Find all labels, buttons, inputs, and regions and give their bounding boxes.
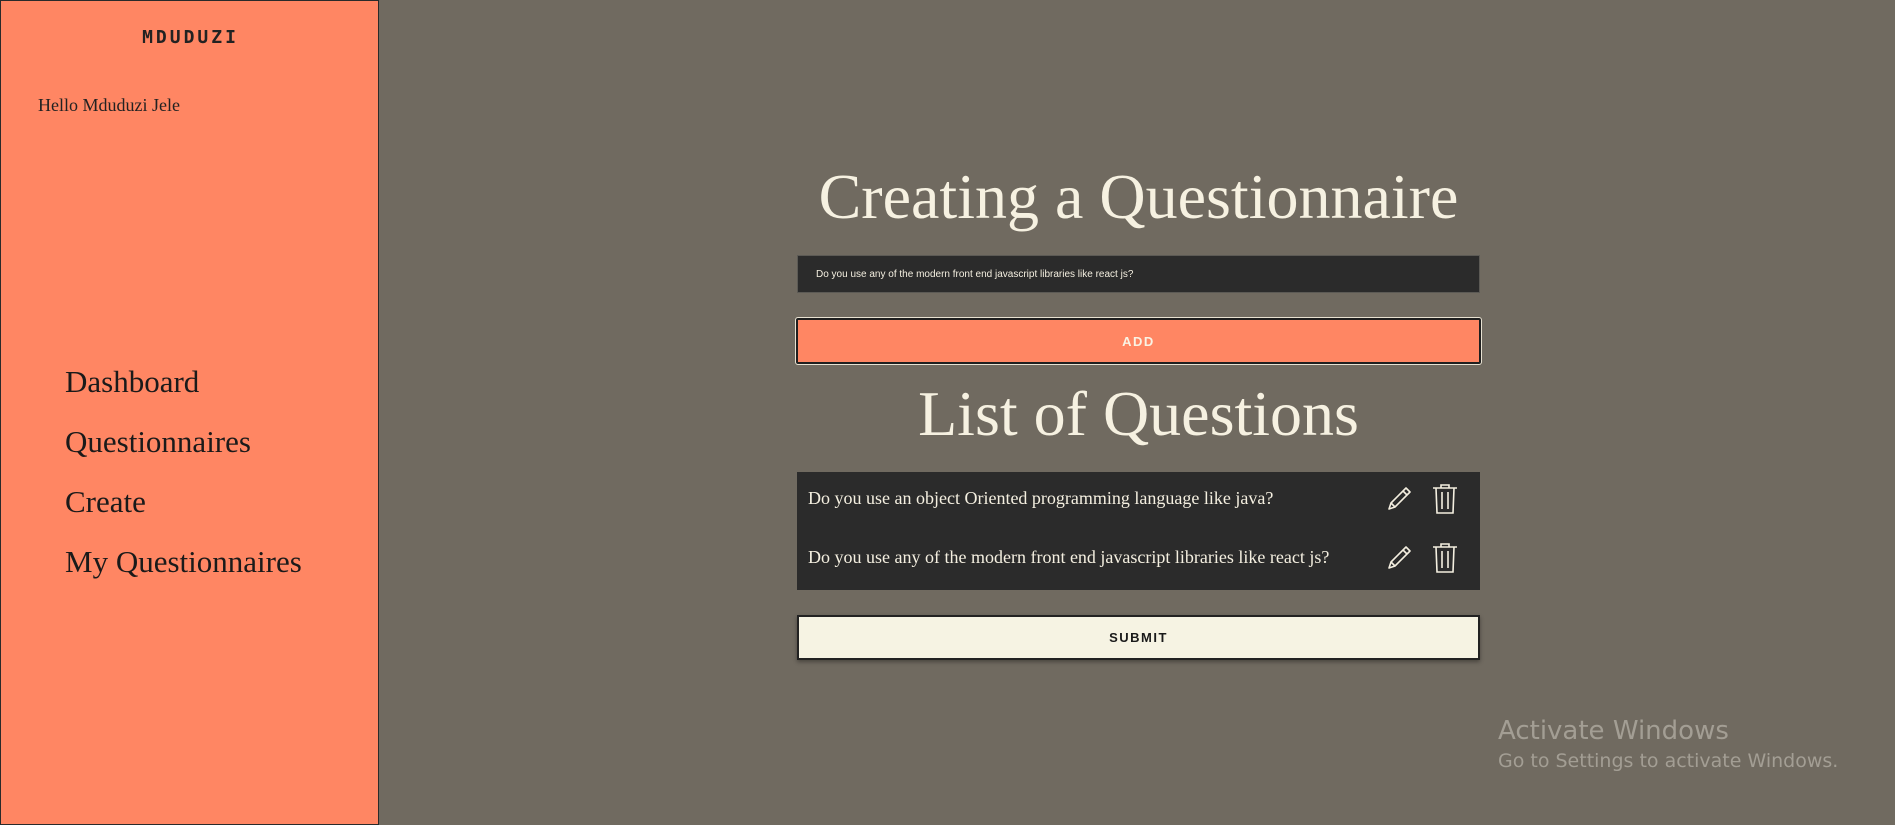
nav-item-questionnaires[interactable]: Questionnaires — [65, 418, 302, 478]
question-row: Do you use an object Oriented programmin… — [797, 478, 1480, 518]
question-text: Do you use any of the modern front end j… — [808, 547, 1330, 567]
pencil-icon[interactable] — [1382, 541, 1416, 575]
pencil-icon[interactable] — [1382, 482, 1416, 516]
question-text: Do you use an object Oriented programmin… — [808, 488, 1274, 508]
sidebar: MDUDUZI Hello Mduduzi Jele Dashboard Que… — [0, 0, 379, 825]
question-input[interactable] — [797, 255, 1480, 293]
activation-watermark: Activate Windows Go to Settings to activ… — [1498, 716, 1838, 772]
greeting-text: Hello Mduduzi Jele — [38, 95, 180, 115]
list-title: List of Questions — [918, 378, 1359, 449]
add-button[interactable]: ADD — [795, 317, 1482, 365]
trash-icon[interactable] — [1428, 482, 1462, 516]
page-title: Creating a Questionnaire — [818, 161, 1459, 232]
sidebar-nav: Dashboard Questionnaires Create My Quest… — [65, 358, 302, 598]
watermark-subtitle: Go to Settings to activate Windows. — [1498, 750, 1839, 772]
submit-button[interactable]: SUBMIT — [797, 615, 1480, 660]
watermark-title: Activate Windows — [1498, 716, 1729, 746]
nav-item-create[interactable]: Create — [65, 478, 302, 538]
question-row: Do you use any of the modern front end j… — [797, 537, 1480, 577]
questions-list: Do you use an object Oriented programmin… — [797, 472, 1480, 590]
nav-item-dashboard[interactable]: Dashboard — [65, 358, 302, 418]
nav-item-my-questionnaires[interactable]: My Questionnaires — [65, 538, 302, 598]
trash-icon[interactable] — [1428, 541, 1462, 575]
logo: MDUDUZI — [142, 27, 239, 48]
